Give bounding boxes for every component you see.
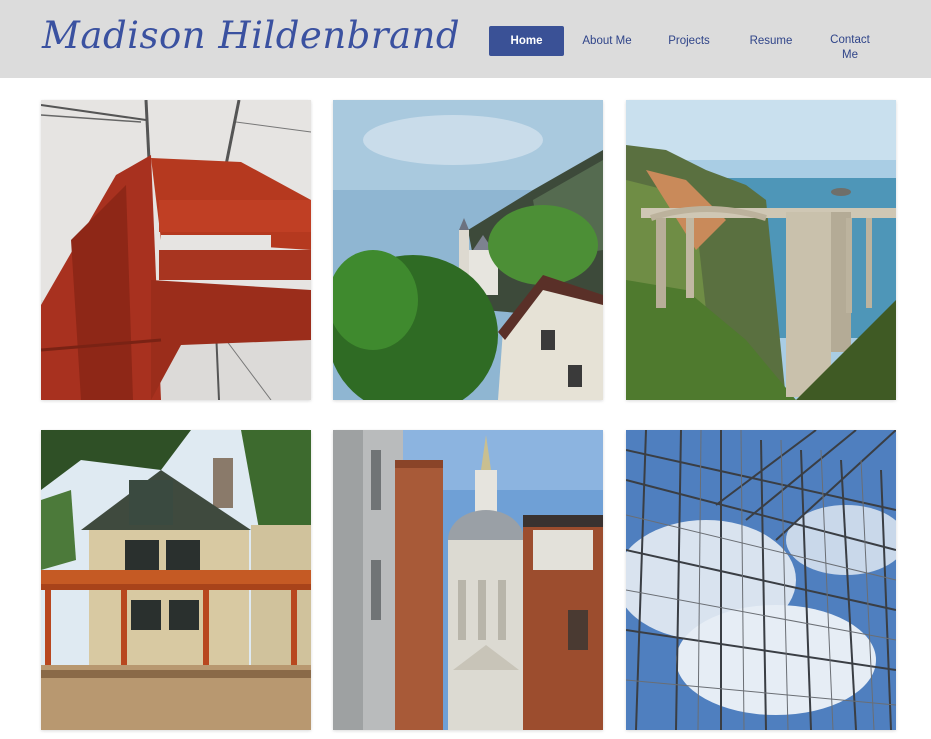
nav-projects[interactable]: Projects bbox=[659, 26, 719, 56]
photo-castle[interactable] bbox=[333, 100, 603, 400]
house-image bbox=[41, 430, 311, 730]
nav-home[interactable]: Home bbox=[489, 26, 564, 56]
cathedral-dome-image bbox=[333, 430, 603, 730]
photo-golden-gate-bridge[interactable] bbox=[41, 100, 311, 400]
nav-about-me[interactable]: About Me bbox=[577, 26, 637, 56]
photo-coastal-bridge[interactable] bbox=[626, 100, 896, 400]
photo-cathedral-dome[interactable] bbox=[333, 430, 603, 730]
glass-roof-image bbox=[626, 430, 896, 730]
golden-gate-bridge-image bbox=[41, 100, 311, 400]
site-logo-title[interactable]: Madison Hildenbrand bbox=[42, 14, 460, 57]
coastal-bridge-image bbox=[626, 100, 896, 400]
nav-resume[interactable]: Resume bbox=[741, 26, 801, 56]
castle-image bbox=[333, 100, 603, 400]
site-header: Madison Hildenbrand Home About Me Projec… bbox=[0, 0, 931, 78]
photo-house[interactable] bbox=[41, 430, 311, 730]
nav-contact-me[interactable]: Contact Me bbox=[824, 26, 876, 61]
photo-glass-roof[interactable] bbox=[626, 430, 896, 730]
